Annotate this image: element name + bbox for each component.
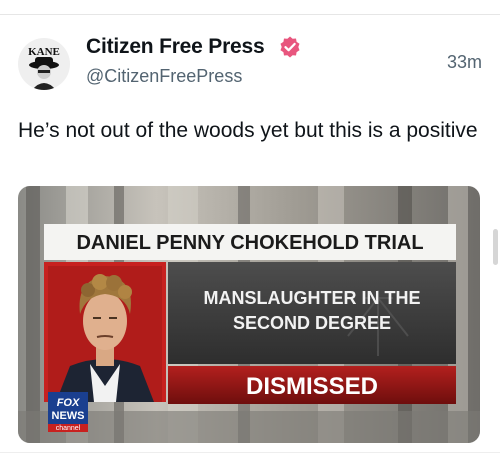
news-graphic: DANIEL PENNY CHOKEHOLD TRIAL MANSLAUGHTE… xyxy=(18,186,480,443)
author-handle[interactable]: @CitizenFreePress xyxy=(86,66,242,87)
graphic-charge-line1: MANSLAUGHTER IN THE xyxy=(204,288,421,308)
verified-badge-icon xyxy=(280,36,300,58)
scrollbar-thumb[interactable] xyxy=(493,229,498,265)
avatar-text: KANE xyxy=(28,46,60,58)
author-name[interactable]: Citizen Free Press xyxy=(86,35,265,59)
logo-line3: channel xyxy=(56,425,81,432)
person-photo xyxy=(48,266,162,402)
logo-line1: FOX xyxy=(57,397,80,409)
tweet-media[interactable]: DANIEL PENNY CHOKEHOLD TRIAL MANSLAUGHTE… xyxy=(18,186,480,443)
graphic-headline: DANIEL PENNY CHOKEHOLD TRIAL xyxy=(76,232,423,254)
bottom-divider xyxy=(0,452,500,453)
logo-line2: NEWS xyxy=(52,410,85,422)
avatar-image: KANE xyxy=(18,38,70,90)
fox-news-logo: FOX NEWS channel xyxy=(48,392,88,432)
timestamp[interactable]: 33m xyxy=(447,52,482,73)
tweet-text: He’s not out of the woods yet but this i… xyxy=(18,119,478,142)
author-avatar[interactable]: KANE xyxy=(18,38,70,90)
top-divider xyxy=(0,14,500,15)
graphic-status: DISMISSED xyxy=(246,373,378,400)
graphic-charge-line2: SECOND DEGREE xyxy=(233,313,391,333)
